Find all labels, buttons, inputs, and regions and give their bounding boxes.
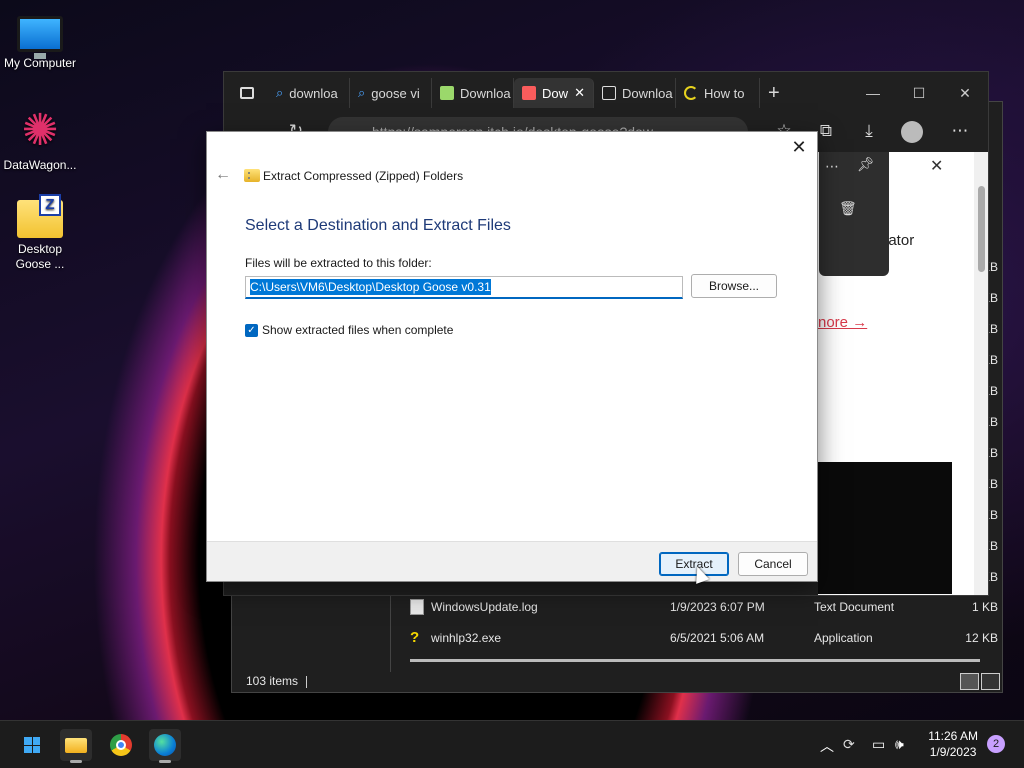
tab-actions-button[interactable] — [232, 78, 268, 108]
tab-itch-store[interactable]: Dow ✕ — [514, 78, 594, 108]
tab-how-to[interactable]: How to — [676, 78, 760, 108]
pin-icon[interactable]: 📌︎ — [857, 156, 875, 173]
trash-icon[interactable]: 🗑︎ — [839, 200, 857, 217]
read-more-link[interactable]: nore → — [818, 314, 867, 331]
taskbar-edge[interactable] — [149, 729, 181, 763]
update-sync-icon[interactable]: ⟳ — [843, 736, 855, 753]
tab-itch-download[interactable]: Downloa — [432, 78, 514, 108]
clock-time: 11:26 AM — [928, 729, 978, 743]
tiles-view-button[interactable] — [981, 673, 1000, 690]
back-arrow-icon[interactable]: ← — [215, 166, 231, 184]
game-artwork-image — [818, 462, 952, 594]
file-size: 1 KB — [971, 600, 998, 614]
itch-icon — [440, 86, 454, 100]
file-row[interactable]: WindowsUpdate.log 1/9/2023 6:07 PM Text … — [410, 592, 1002, 622]
page-icon — [602, 86, 616, 100]
file-type: Application — [814, 631, 873, 645]
file-date: 1/9/2023 6:07 PM — [670, 600, 765, 614]
tab-label: How to — [704, 85, 745, 101]
file-name: WindowsUpdate.log — [431, 600, 538, 614]
chevron-up-icon[interactable]: ︿ — [820, 736, 834, 756]
checkbox-checked-icon[interactable]: ✓ — [245, 323, 258, 337]
more-options-icon[interactable]: ⋯ — [825, 158, 839, 175]
file-row[interactable]: ? winhlp32.exe 6/5/2021 5:06 AM Applicat… — [410, 623, 1002, 653]
tab-actions-icon — [240, 87, 254, 99]
maximize-button[interactable]: ☐ — [896, 72, 942, 114]
close-window-button[interactable]: ✕ — [942, 72, 988, 114]
notification-badge[interactable]: 2 — [987, 735, 1005, 753]
desktop-icon-my-computer[interactable]: My Computer — [0, 8, 80, 71]
cancel-button[interactable]: Cancel — [738, 552, 808, 576]
itch-store-icon — [522, 86, 536, 100]
page-scrollbar[interactable] — [974, 152, 988, 595]
tab-label: Downloa — [622, 85, 673, 101]
destination-label: Files will be extracted to this folder: — [245, 256, 432, 270]
help-app-icon: ? — [410, 629, 420, 646]
clock-date: 1/9/2023 — [929, 745, 977, 759]
destination-path-input[interactable]: C:\Users\VM6\Desktop\Desktop Goose v0.31 — [245, 276, 683, 299]
dialog-footer: Extract Cancel — [207, 541, 817, 581]
plus-icon: + — [768, 81, 780, 104]
taskbar-file-explorer[interactable] — [60, 729, 92, 763]
loading-icon — [684, 86, 698, 100]
tab-search-goose[interactable]: ⌕ goose vi — [350, 78, 432, 108]
tab-label: Dow — [542, 85, 569, 101]
browse-button[interactable]: Browse... — [691, 274, 777, 298]
destination-path-value: C:\Users\VM6\Desktop\Desktop Goose v0.31 — [250, 279, 491, 295]
file-name: winhlp32.exe — [431, 631, 502, 645]
taskbar-chrome[interactable] — [105, 729, 137, 761]
downloads-flyout: ⋯ 📌︎ 🗑︎ — [819, 152, 889, 276]
dialog-heading: Select a Destination and Extract Files — [245, 217, 511, 234]
window-controls: — ☐ ✕ — [850, 72, 988, 114]
volume-icon[interactable]: 🕪︎ — [895, 736, 904, 753]
search-icon: ⌕ — [358, 85, 366, 100]
tab-label: downloa — [289, 85, 338, 101]
zip-folder-icon: Z — [17, 194, 63, 238]
tab-label: goose vi — [371, 85, 420, 101]
show-files-checkbox-row[interactable]: ✓ Show extracted files when complete — [245, 323, 453, 337]
text-file-icon — [410, 599, 424, 615]
file-size: 12 KB — [965, 631, 998, 645]
tab-close-icon[interactable]: ✕ — [574, 85, 585, 101]
folder-icon — [65, 738, 87, 753]
download-icon[interactable]: ⤓ — [857, 121, 881, 141]
details-view-button[interactable] — [960, 673, 979, 690]
checkbox-label: Show extracted files when complete — [262, 323, 454, 337]
view-switcher — [960, 673, 1000, 690]
file-type: Text Document — [814, 600, 895, 614]
taskbar: ︿ ⟳ ▭ 🕪︎ 11:26 AM 1/9/2023 2 — [0, 720, 1024, 768]
extract-dialog: ✕ ← Extract Compressed (Zipped) Folders … — [206, 131, 818, 582]
desktop-icon-label: DataWagon... — [3, 158, 77, 172]
tab-search-download[interactable]: ⌕ downloa — [268, 78, 350, 108]
tab-page-download[interactable]: Downloa — [594, 78, 676, 108]
new-tab-button[interactable]: + — [760, 78, 796, 108]
minimize-button[interactable]: — — [850, 72, 896, 114]
dialog-close-button[interactable]: ✕ — [787, 136, 811, 158]
network-icon[interactable]: ▭ — [872, 736, 885, 753]
zip-folder-icon — [244, 169, 260, 182]
file-date: 6/5/2021 5:06 AM — [670, 631, 765, 645]
dialog-title: Extract Compressed (Zipped) Folders — [263, 169, 464, 183]
start-button[interactable] — [16, 729, 48, 761]
windows-logo-icon — [24, 737, 40, 753]
close-panel-icon[interactable]: ✕ — [930, 156, 943, 176]
tab-label: Downloa — [460, 85, 511, 101]
status-item-count: 103 items — [246, 674, 307, 688]
horizontal-scrollbar[interactable] — [410, 659, 980, 662]
desktop-icon-desktop-goose[interactable]: Z Desktop Goose ... — [0, 194, 80, 272]
desktop-icon-label: Desktop Goose ... — [15, 242, 65, 271]
system-clock[interactable]: 11:26 AM 1/9/2023 — [928, 728, 978, 760]
more-menu-icon[interactable]: ⋯ — [948, 121, 972, 141]
edge-icon — [154, 734, 176, 756]
chrome-icon — [110, 734, 132, 756]
monitor-icon — [17, 16, 63, 59]
desktop-icon-datawagon[interactable]: ✺ DataWagon... — [0, 108, 80, 173]
datawagon-icon: ✺ — [21, 106, 59, 155]
search-icon: ⌕ — [276, 85, 284, 100]
profile-avatar[interactable] — [901, 121, 923, 143]
